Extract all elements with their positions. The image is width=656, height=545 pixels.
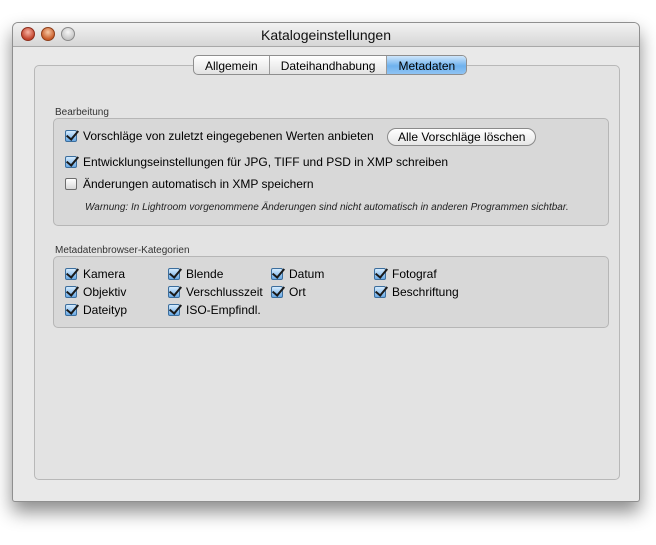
option-suggestions[interactable]: Vorschläge von zuletzt eingegebenen Wert… [65, 129, 374, 143]
category-dateityp[interactable]: Dateityp [65, 303, 127, 317]
checkbox-iso[interactable] [168, 304, 180, 316]
title-bar[interactable]: Katalogeinstellungen [13, 23, 639, 47]
checkbox-objektiv[interactable] [65, 286, 77, 298]
checkbox-fotograf[interactable] [374, 268, 386, 280]
option-write-xmp-label: Entwicklungseinstellungen für JPG, TIFF … [83, 155, 449, 169]
tab-metadaten[interactable]: Metadaten [387, 56, 467, 74]
clear-suggestions-button[interactable]: Alle Vorschläge löschen [387, 128, 537, 146]
category-verschlusszeit[interactable]: Verschlusszeit [168, 285, 263, 299]
category-beschriftung-label: Beschriftung [392, 285, 459, 299]
tab-allgemein[interactable]: Allgemein [194, 56, 270, 74]
checkbox-write-xmp[interactable] [65, 156, 77, 168]
checkbox-blende[interactable] [168, 268, 180, 280]
category-ort[interactable]: Ort [271, 285, 306, 299]
window: Katalogeinstellungen Bearbeitung Vorschl… [12, 22, 640, 502]
category-fotograf-label: Fotograf [392, 267, 437, 281]
option-suggestions-label: Vorschläge von zuletzt eingegebenen Wert… [83, 129, 374, 143]
option-auto-save-xmp[interactable]: Änderungen automatisch in XMP speichern [65, 177, 314, 191]
category-kamera-label: Kamera [83, 267, 126, 281]
category-objektiv-label: Objektiv [83, 285, 127, 299]
option-auto-save-xmp-label: Änderungen automatisch in XMP speichern [83, 177, 314, 191]
category-fotograf[interactable]: Fotograf [374, 267, 437, 281]
checkbox-suggestions[interactable] [65, 130, 77, 142]
category-beschriftung[interactable]: Beschriftung [374, 285, 459, 299]
checkbox-ort[interactable] [271, 286, 283, 298]
window-title: Katalogeinstellungen [261, 27, 391, 43]
category-objektiv[interactable]: Objektiv [65, 285, 126, 299]
category-iso-label: ISO-Empfindl. [186, 303, 261, 317]
category-ort-label: Ort [289, 285, 306, 299]
checkbox-dateityp[interactable] [65, 304, 77, 316]
category-dateityp-label: Dateityp [83, 303, 128, 317]
category-datum-label: Datum [289, 267, 325, 281]
option-write-xmp[interactable]: Entwicklungseinstellungen für JPG, TIFF … [65, 155, 448, 169]
category-blende[interactable]: Blende [168, 267, 223, 281]
checkbox-datum[interactable] [271, 268, 283, 280]
group-label-kategorien: Metadatenbrowser-Kategorien [55, 245, 190, 256]
category-kamera[interactable]: Kamera [65, 267, 125, 281]
checkbox-verschlusszeit[interactable] [168, 286, 180, 298]
group-label-bearbeitung: Bearbeitung [55, 107, 109, 118]
category-verschlusszeit-label: Verschlusszeit [186, 285, 263, 299]
group-kategorien [53, 256, 609, 328]
warning-text: Warnung: In Lightroom vorgenommene Änder… [85, 202, 569, 213]
tab-bar: Allgemein Dateihandhabung Metadaten [193, 55, 468, 75]
tab-dateihandhabung[interactable]: Dateihandhabung [270, 56, 388, 74]
checkbox-auto-save-xmp[interactable] [65, 178, 77, 190]
tab-content-panel: Bearbeitung Vorschläge von zuletzt einge… [34, 65, 620, 480]
checkbox-kamera[interactable] [65, 268, 77, 280]
category-datum[interactable]: Datum [271, 267, 324, 281]
category-iso[interactable]: ISO-Empfindl. [168, 303, 261, 317]
category-blende-label: Blende [186, 267, 224, 281]
checkbox-beschriftung[interactable] [374, 286, 386, 298]
